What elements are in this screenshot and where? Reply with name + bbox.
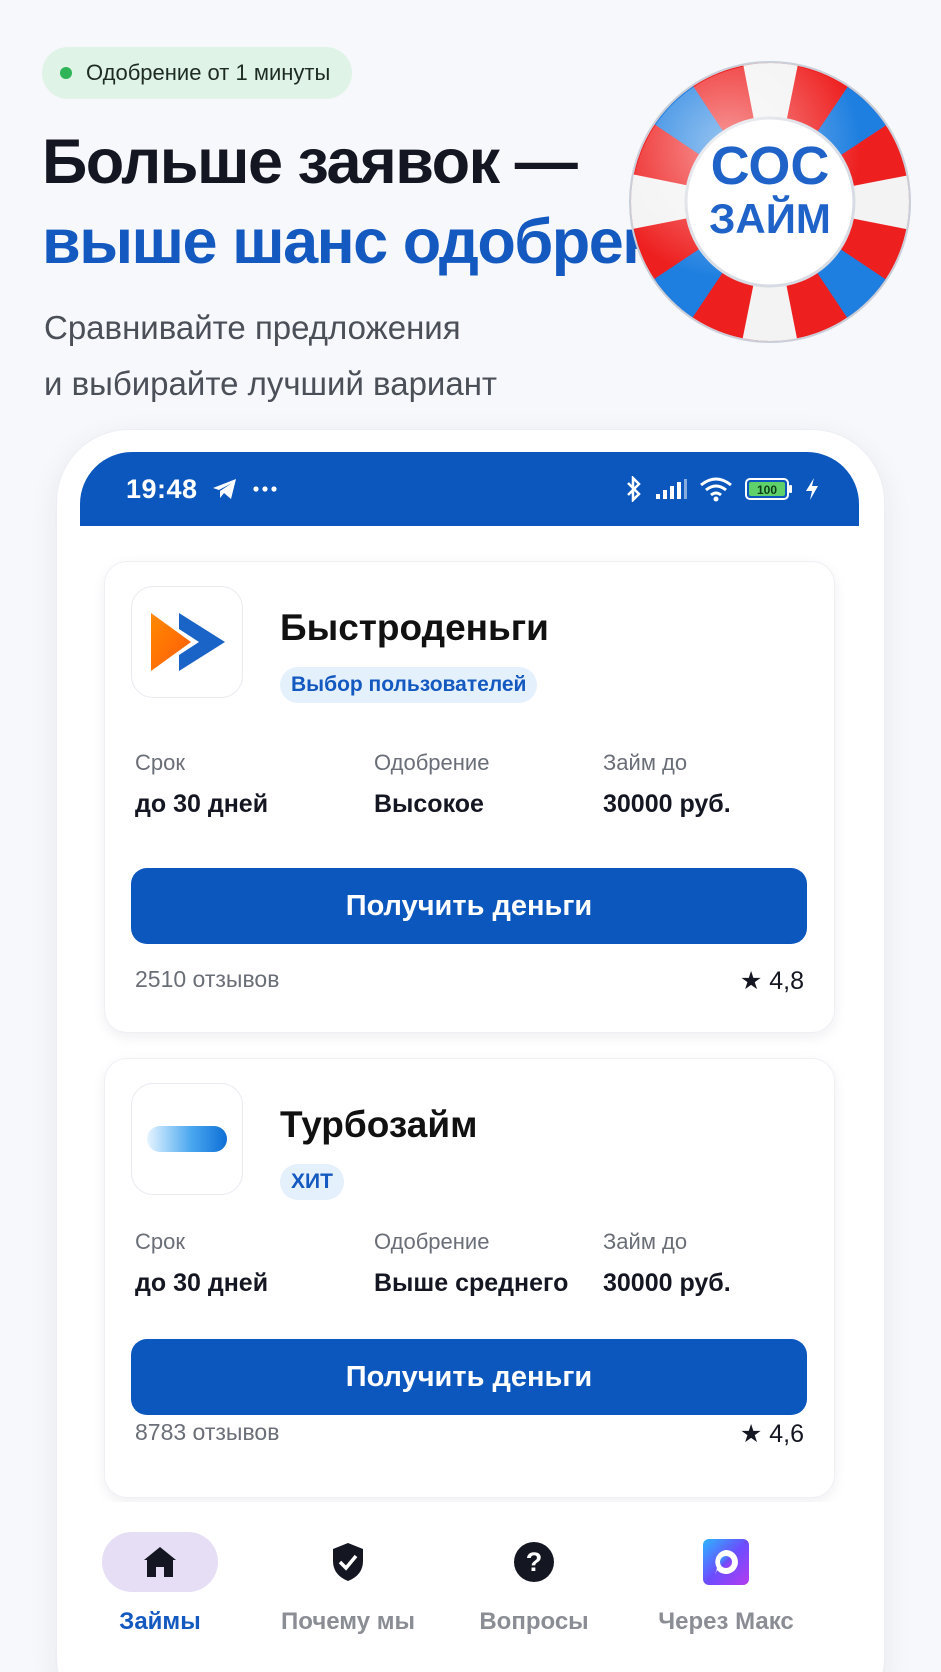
reviews-count: 8783 отзывов [135, 1419, 280, 1445]
nav-tab-via-max[interactable]: Через Макс [631, 1502, 821, 1636]
offer-stats: Срок до 30 дней Одобрение Выше среднего … [135, 1229, 795, 1299]
stat-label: Займ до [603, 750, 688, 775]
stat-label: Одобрение [374, 1229, 490, 1254]
shield-check-icon [333, 1543, 363, 1581]
stat-label: Займ до [603, 1229, 688, 1254]
stat-amount: Займ до 30000 руб. [603, 1229, 731, 1298]
nav-label: Вопросы [479, 1608, 589, 1635]
stat-amount: Займ до 30000 руб. [603, 750, 731, 819]
offer-name: Турбозайм [280, 1104, 478, 1145]
stat-approval: Одобрение Высокое [374, 750, 489, 819]
nav-tab-loans[interactable]: Займы [80, 1502, 255, 1636]
promo-badge: Одобрение от 1 минуты [42, 47, 353, 99]
bystrodengi-logo-icon [151, 613, 225, 671]
get-money-button[interactable]: Получить деньги [131, 868, 807, 944]
stat-approval: Одобрение Выше среднего [374, 1229, 568, 1298]
stat-label: Срок [135, 1229, 185, 1254]
logo-text-1: СОС [711, 136, 830, 196]
turbozaim-logo-icon [147, 1126, 227, 1152]
charging-icon [806, 478, 818, 500]
bottom-nav: Займы Почему мы ? Вопросы Через Макс [80, 1502, 859, 1672]
nav-label: Через Макс [658, 1608, 794, 1635]
rating: ★ 4,8 [739, 967, 804, 995]
status-time: 19:48 [126, 473, 198, 504]
bluetooth-icon [627, 476, 641, 502]
telegram-icon [212, 479, 236, 499]
subheadline: Сравнивайте предложения и выбирайте лучш… [44, 300, 497, 412]
home-icon [144, 1547, 176, 1577]
stat-value: 30000 руб. [603, 1269, 731, 1297]
status-dot [60, 67, 72, 79]
promo-badge-text: Одобрение от 1 минуты [86, 60, 331, 85]
phone-screen: 19:48 100 Быстроденьги Выбор пользовател… [80, 452, 859, 1672]
signal-icon [656, 479, 687, 499]
headline-line-1: Больше заявок — [42, 127, 578, 197]
question-icon: ? [514, 1542, 554, 1582]
offer-logo [131, 586, 243, 698]
offer-stats: Срок до 30 дней Одобрение Высокое Займ д… [135, 750, 795, 820]
subheadline-line-1: Сравнивайте предложения [44, 309, 461, 346]
nav-tab-questions[interactable]: ? Вопросы [439, 1502, 629, 1636]
status-bar: 19:48 100 [80, 452, 859, 526]
offer-card: Турбозайм ХИТ Срок до 30 дней Одобрение … [105, 1059, 834, 1497]
nav-active-pill [102, 1532, 218, 1592]
battery-icon: 100 [745, 478, 792, 500]
stat-term: Срок до 30 дней [135, 1229, 268, 1298]
subheadline-line-2: и выбирайте лучший вариант [44, 365, 498, 402]
stat-value: Выше среднего [374, 1269, 569, 1297]
reviews-count: 2510 отзывов [135, 966, 280, 992]
lifebuoy-logo: СОС ЗАЙМ [629, 61, 911, 343]
nav-tab-why-us[interactable]: Почему мы [253, 1502, 443, 1636]
offer-name: Быстроденьги [280, 607, 549, 648]
stat-label: Одобрение [374, 750, 490, 775]
offer-logo [131, 1083, 243, 1195]
logo-text-2: ЗАЙМ [709, 194, 831, 242]
more-dots-icon [252, 486, 277, 492]
max-app-icon [703, 1539, 749, 1585]
stat-value: до 30 дней [135, 1269, 269, 1297]
battery-level: 100 [757, 483, 777, 497]
stat-value: до 30 дней [135, 790, 269, 818]
offer-tag: Выбор пользователей [280, 667, 538, 703]
nav-label: Почему мы [281, 1608, 415, 1635]
stat-label: Срок [135, 750, 185, 775]
stat-term: Срок до 30 дней [135, 750, 268, 819]
svg-text:?: ? [526, 1547, 543, 1577]
offer-card: Быстроденьги Выбор пользователей Срок до… [105, 562, 834, 1032]
wifi-icon [700, 477, 732, 502]
stat-value: 30000 руб. [603, 790, 731, 818]
nav-label: Займы [119, 1608, 201, 1635]
get-money-button[interactable]: Получить деньги [131, 1339, 807, 1415]
offer-tag: ХИТ [280, 1164, 344, 1200]
stat-value: Высокое [374, 790, 484, 818]
rating: ★ 4,6 [739, 1420, 804, 1448]
